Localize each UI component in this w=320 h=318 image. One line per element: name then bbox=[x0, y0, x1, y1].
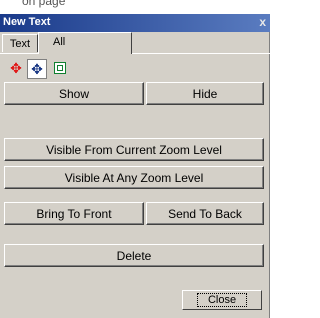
move-icon-glyph: ✥ bbox=[10, 60, 22, 76]
page-top-strip: on page bbox=[0, 0, 270, 14]
hide-button[interactable]: Hide bbox=[146, 82, 264, 105]
visible-at-any-zoom-button[interactable]: Visible At Any Zoom Level bbox=[4, 166, 264, 189]
bring-to-front-button[interactable]: Bring To Front bbox=[4, 202, 144, 225]
title-close-icon[interactable]: x bbox=[259, 15, 266, 29]
title-bar[interactable]: New Text x bbox=[0, 14, 270, 32]
tab-all[interactable]: All bbox=[38, 32, 132, 54]
send-to-back-button[interactable]: Send To Back bbox=[146, 202, 264, 225]
move-icon[interactable]: ✥ bbox=[8, 60, 24, 76]
tab-text[interactable]: Text bbox=[2, 34, 38, 52]
show-button[interactable]: Show bbox=[4, 82, 144, 105]
delete-button[interactable]: Delete bbox=[4, 244, 264, 267]
frame-icon-svg bbox=[54, 62, 66, 74]
close-button[interactable]: Close bbox=[182, 290, 262, 310]
pan-icon[interactable]: ✥ bbox=[27, 59, 47, 79]
window-title: New Text bbox=[3, 16, 51, 28]
pan-icon-glyph: ✥ bbox=[31, 61, 43, 77]
new-text-window: New Text x Text All ✥ ✥ Show Hide Visibl… bbox=[0, 14, 270, 318]
page-top-text: on page bbox=[22, 0, 66, 8]
visible-from-current-zoom-button[interactable]: Visible From Current Zoom Level bbox=[4, 138, 264, 161]
frame-icon[interactable] bbox=[52, 60, 68, 76]
close-button-label: Close bbox=[196, 293, 248, 307]
tab-all-label: All bbox=[53, 36, 66, 48]
